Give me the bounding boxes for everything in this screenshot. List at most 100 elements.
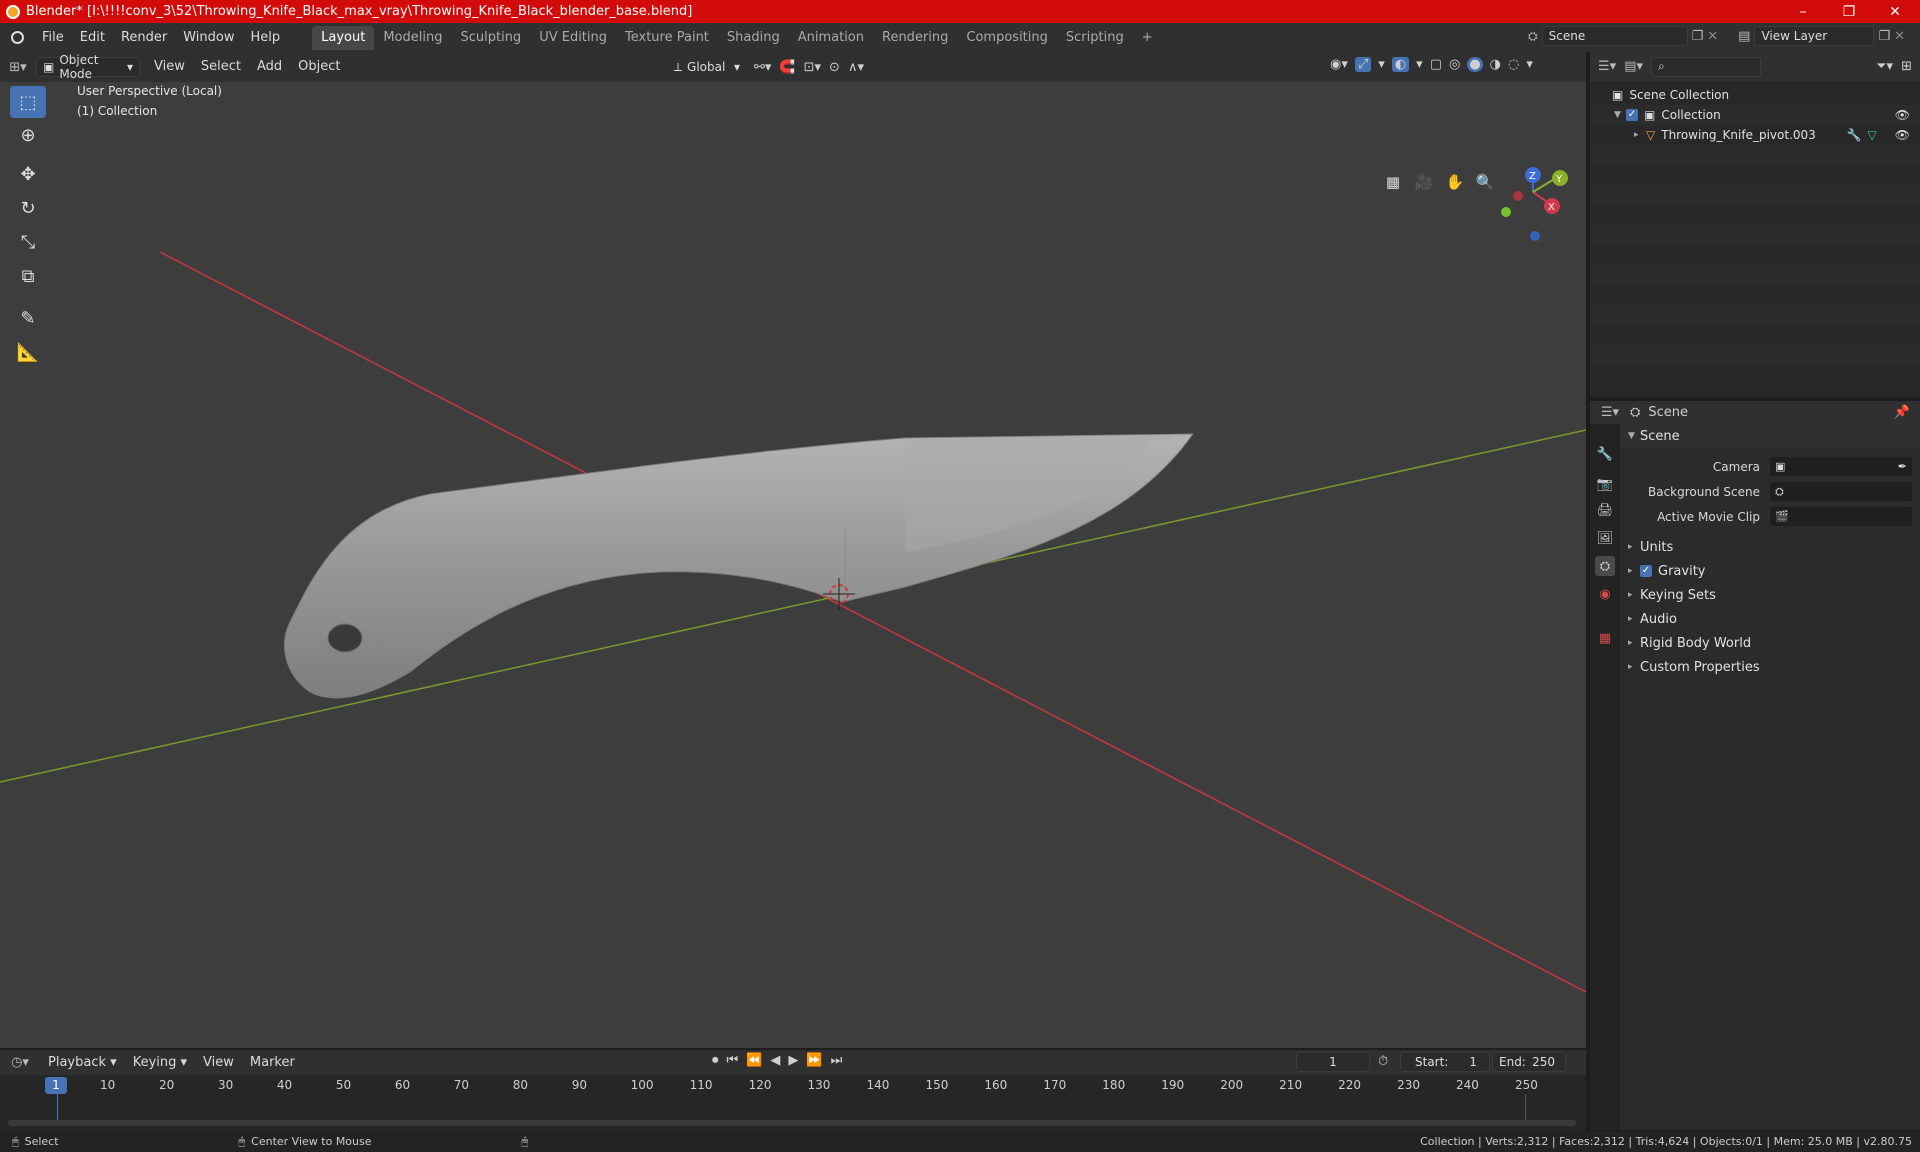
jump-end-icon[interactable]: ⏭ [831,1053,843,1068]
filter-icon[interactable]: ⏷▾ [1876,59,1893,74]
menu-select[interactable]: Select [193,56,249,78]
close-button[interactable]: ✕ [1872,0,1918,23]
scene-props-tab-icon[interactable]: ⛭ [1595,556,1615,576]
outliner-editor-type-icon[interactable]: ☰▾ [1598,59,1616,74]
3d-viewport[interactable]: Z X Y ⬚ ⊕ ✥ ↻ ⤡ ⧉ ✎ 📐 User Perspective (… [0,82,1586,1048]
move-tool-icon[interactable]: ✥ [10,158,46,190]
gravity-checkbox[interactable]: ✓ [1640,565,1652,577]
overlay-dropdown-icon[interactable]: ▾ [1416,57,1423,72]
menu-render[interactable]: Render [113,27,175,49]
transform-orientation-selector[interactable]: ⟂ Global ▾ [668,57,746,77]
expand-icon[interactable]: ▼ [1614,110,1626,120]
frame-ruler[interactable]: 10 20 30 40 50 60 70 80 90 100 110 120 130 140 150 160 1… [0,1075,1586,1095]
active-movie-clip-field[interactable]: 🎬 [1770,507,1912,526]
new-view-layer-icon[interactable]: ❐ [1878,29,1890,44]
output-props-tab-icon[interactable]: 🖨 [1595,500,1615,520]
properties-editor-type-icon[interactable]: ☰▾ [1590,405,1630,420]
world-props-tab-icon[interactable]: ◉ [1595,584,1615,604]
editor-type-icon[interactable]: ⊞▾ [0,60,36,75]
scene-section-header[interactable]: ▼ Scene [1620,424,1920,448]
measure-tool-icon[interactable]: 📐 [10,336,46,368]
pin-icon[interactable]: 📌 [1894,405,1910,420]
rigid-body-world-section[interactable]: ▸ Rigid Body World [1620,631,1920,655]
camera-field[interactable]: ▣ ✒ [1770,457,1912,476]
wireframe-shading-icon[interactable]: ◎ [1449,57,1460,72]
mesh-data-icon[interactable]: ▽ [1868,128,1877,142]
gizmo-neg-z[interactable] [1530,231,1540,241]
custom-properties-section[interactable]: ▸ Custom Properties [1620,655,1920,679]
shading-dropdown-icon[interactable]: ▾ [1526,57,1533,72]
play-icon[interactable]: ▶ [788,1053,798,1068]
eye-icon[interactable]: 👁 [1895,128,1910,142]
minimize-button[interactable]: – [1780,0,1826,23]
tab-shading[interactable]: Shading [718,26,789,50]
xray-icon[interactable]: ▢ [1430,57,1442,72]
overlay-icon[interactable]: ◐ [1391,57,1410,72]
eye-icon[interactable]: 👁 [1895,108,1910,122]
toggle-camera-view-icon[interactable]: ▦ [1380,169,1406,195]
tab-modeling[interactable]: Modeling [374,26,451,50]
scale-tool-icon[interactable]: ⤡ [10,226,46,258]
material-shading-icon[interactable]: ◑ [1490,57,1501,72]
visibility-icon[interactable]: ◉▾ [1330,57,1348,72]
new-scene-icon[interactable]: ❐ [1692,29,1704,44]
delete-view-layer-icon[interactable]: ✕ [1894,29,1905,44]
tab-uv-editing[interactable]: UV Editing [530,26,616,50]
snap-icon[interactable]: 🧲 [779,60,795,75]
jump-start-icon[interactable]: ⏮ [727,1053,739,1068]
tab-rendering[interactable]: Rendering [873,26,957,50]
solid-shading-icon[interactable]: ● [1467,57,1483,72]
keying-sets-section[interactable]: ▸ Keying Sets [1620,583,1920,607]
mode-selector[interactable]: ▣ Object Mode ▾ [36,53,140,81]
transform-tool-icon[interactable]: ⧉ [10,260,46,292]
playhead[interactable]: 1 [45,1077,67,1094]
timeline-scrollbar[interactable] [8,1120,1576,1126]
background-scene-field[interactable]: ⛭ [1770,482,1912,501]
gizmo-neg-y[interactable] [1501,207,1511,217]
menu-marker[interactable]: Marker [242,1052,303,1074]
select-box-tool-icon[interactable]: ⬚ [10,86,46,118]
view-layer-selector[interactable]: View Layer [1754,26,1875,46]
menu-window[interactable]: Window [175,27,242,49]
menu-view[interactable]: View [146,56,193,78]
view-layer-props-tab-icon[interactable]: 🖼 [1595,528,1615,548]
gizmo-dropdown-icon[interactable]: ▾ [1378,57,1385,72]
new-collection-icon[interactable]: ⊞ [1901,59,1912,74]
cursor-tool-icon[interactable]: ⊕ [10,119,46,151]
tab-scripting[interactable]: Scripting [1057,26,1133,50]
display-mode-icon[interactable]: ▤▾ [1624,59,1643,74]
render-props-tab-icon[interactable]: 📷 [1595,474,1615,494]
pivot-point-icon[interactable]: ⚯▾ [754,60,771,75]
scene-selector[interactable]: Scene [1541,26,1688,46]
menu-object[interactable]: Object [290,56,348,78]
menu-keying[interactable]: Keying ▾ [125,1052,195,1074]
rendered-shading-icon[interactable]: ◌ [1508,57,1519,72]
current-frame-field[interactable]: 1 [1296,1052,1370,1072]
zoom-icon[interactable]: 🔍 [1472,169,1498,195]
end-frame-field[interactable]: End: 250 [1492,1052,1566,1072]
proportional-edit-icon[interactable]: ⊙ [829,60,840,75]
rotate-tool-icon[interactable]: ↻ [10,192,46,224]
annotate-tool-icon[interactable]: ✎ [10,302,46,334]
timeline[interactable]: 10 20 30 40 50 60 70 80 90 100 110 120 130 140 150 160 1… [0,1075,1586,1131]
tab-sculpting[interactable]: Sculpting [451,26,530,50]
stopwatch-icon[interactable]: ⏱ [1378,1054,1388,1069]
gizmo-icon[interactable]: ⤢ [1354,57,1372,72]
play-reverse-icon[interactable]: ◀ [770,1053,780,1068]
record-icon[interactable]: ⏺ [712,1053,719,1068]
tab-animation[interactable]: Animation [789,26,873,50]
expand-icon[interactable]: ▸ [1634,130,1646,140]
menu-playback[interactable]: Playback ▾ [40,1052,125,1074]
delete-scene-icon[interactable]: ✕ [1707,29,1718,44]
gizmo-neg-x[interactable] [1513,191,1523,201]
prev-keyframe-icon[interactable]: ⏪ [746,1053,762,1068]
blender-menu-icon[interactable] [0,31,34,44]
collection-checkbox[interactable]: ✓ [1626,109,1638,121]
tool-props-tab-icon[interactable]: 🔧 [1595,444,1615,464]
outliner-object-row[interactable]: ▸ ▽ Throwing_Knife_pivot.003 🔧 ▽ 👁 [1590,125,1920,145]
gravity-section[interactable]: ▸ ✓ Gravity [1620,559,1920,583]
menu-file[interactable]: File [34,27,72,49]
camera-icon[interactable]: 🎥 [1411,169,1437,195]
audio-section[interactable]: ▸ Audio [1620,607,1920,631]
menu-help[interactable]: Help [243,27,289,49]
